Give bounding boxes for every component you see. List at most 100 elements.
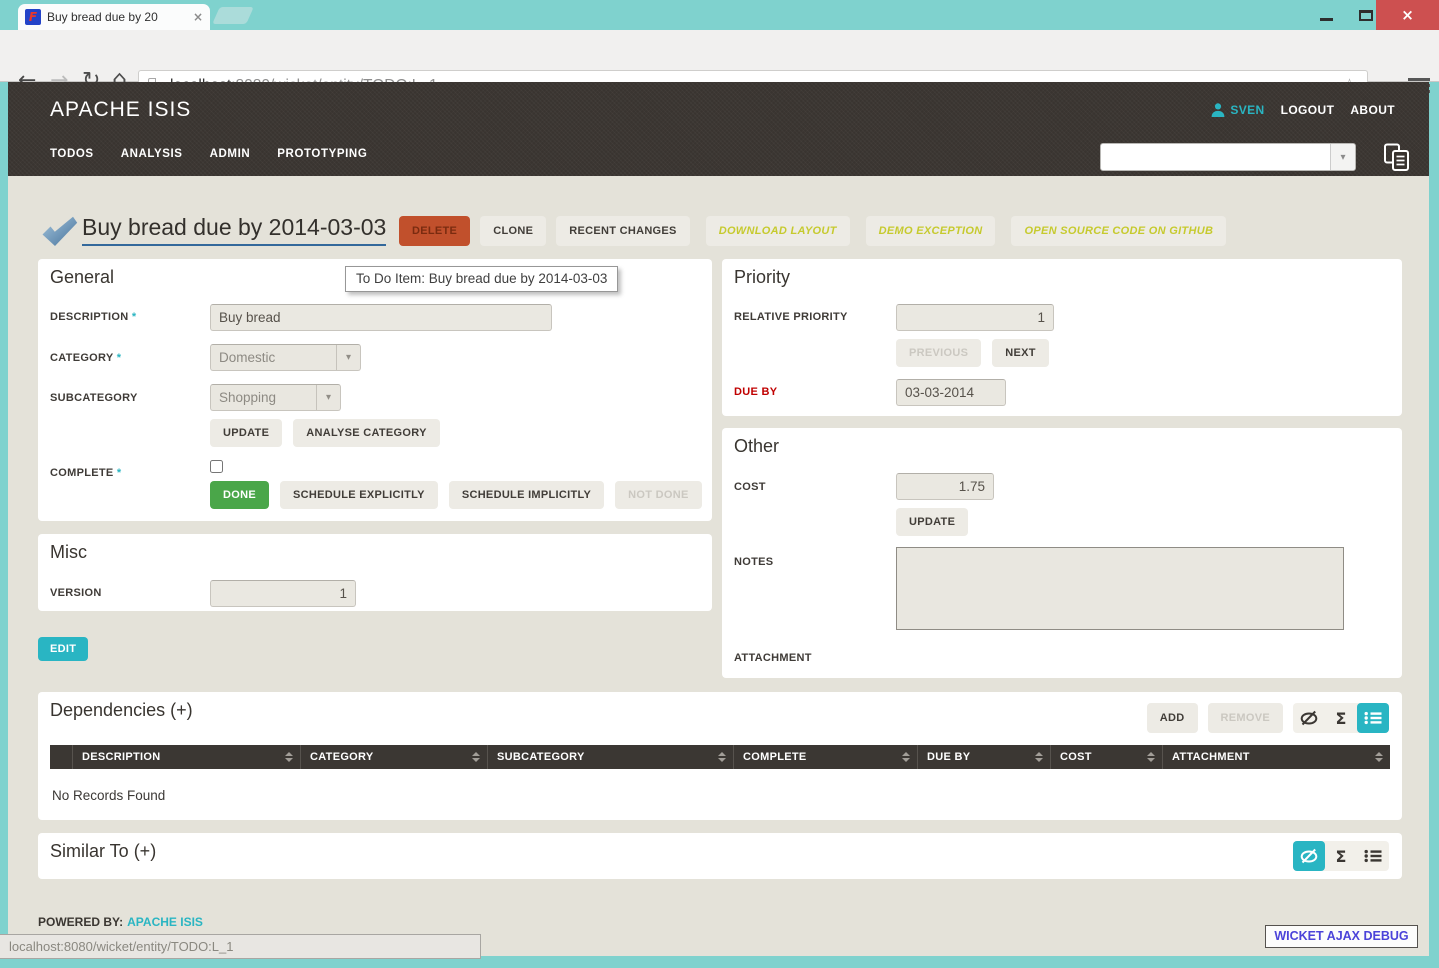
github-source-button[interactable]: OPEN SOURCE CODE ON GITHUB: [1011, 216, 1226, 246]
subcategory-select[interactable]: Shopping ▾: [210, 384, 341, 411]
schedule-implicitly-button[interactable]: SCHEDULE IMPLICITLY: [449, 481, 604, 509]
delete-button[interactable]: DELETE: [399, 216, 470, 246]
next-button[interactable]: NEXT: [992, 339, 1049, 367]
title-tooltip: To Do Item: Buy bread due by 2014-03-03: [345, 266, 618, 292]
complete-checkbox[interactable]: [210, 460, 223, 473]
summary-view-icon[interactable]: Σ: [1325, 703, 1357, 733]
update-cost-button[interactable]: UPDATE: [896, 508, 968, 536]
apache-isis-link[interactable]: APACHE ISIS: [127, 915, 203, 929]
update-button[interactable]: UPDATE: [210, 419, 282, 447]
window-minimize-button[interactable]: [1306, 0, 1346, 30]
app-brand[interactable]: APACHE ISIS: [50, 98, 191, 122]
menu-item-analysis[interactable]: ANALYSIS: [121, 148, 183, 160]
sort-icon[interactable]: [902, 752, 910, 762]
sort-icon[interactable]: [285, 752, 293, 762]
app-header: APACHE ISIS TODOS ANALYSIS ADMIN PROTOTY…: [8, 82, 1429, 176]
category-label: CATEGORY *: [50, 352, 121, 364]
not-done-button[interactable]: NOT DONE: [615, 481, 701, 509]
column-header-due-by[interactable]: DUE BY: [917, 745, 1050, 769]
sort-icon[interactable]: [1147, 752, 1155, 762]
column-header-subcategory[interactable]: SUBCATEGORY: [487, 745, 733, 769]
similar-to-heading: Similar To (+): [50, 841, 156, 862]
category-value: Domestic: [211, 345, 336, 370]
demo-exception-button[interactable]: DEMO EXCEPTION: [866, 216, 996, 246]
new-tab-button[interactable]: [212, 7, 254, 24]
complete-label: COMPLETE *: [50, 467, 121, 479]
edit-button[interactable]: EDIT: [38, 637, 88, 661]
schedule-explicitly-button[interactable]: SCHEDULE EXPLICITLY: [280, 481, 438, 509]
required-marker: *: [117, 352, 122, 364]
summary-view-icon[interactable]: Σ: [1325, 841, 1357, 871]
version-input: [210, 580, 356, 607]
add-button[interactable]: ADD: [1147, 703, 1198, 733]
about-link[interactable]: ABOUT: [1350, 103, 1395, 117]
powered-by: POWERED BY:APACHE ISIS: [38, 915, 203, 929]
remove-button[interactable]: REMOVE: [1208, 703, 1283, 733]
list-view-icon[interactable]: [1357, 703, 1389, 733]
menu-item-prototyping[interactable]: PROTOTYPING: [277, 148, 367, 160]
relative-priority-input: [896, 304, 1054, 331]
empty-table-message: No Records Found: [52, 788, 165, 803]
relative-priority-label: RELATIVE PRIORITY: [734, 311, 848, 323]
column-header-cost[interactable]: COST: [1050, 745, 1162, 769]
recent-changes-button[interactable]: RECENT CHANGES: [556, 216, 690, 246]
column-header-attachment[interactable]: ATTACHMENT: [1162, 745, 1390, 769]
copy-pages-icon[interactable]: [1382, 142, 1412, 177]
sort-icon[interactable]: [472, 752, 480, 762]
notes-label: NOTES: [734, 556, 773, 568]
search-select[interactable]: ▾: [1100, 143, 1356, 171]
list-view-icon[interactable]: [1357, 841, 1389, 871]
logout-link[interactable]: LOGOUT: [1281, 103, 1335, 117]
sort-icon[interactable]: [1035, 752, 1043, 762]
column-header-description[interactable]: DESCRIPTION: [72, 745, 300, 769]
tab-close-icon[interactable]: ×: [193, 10, 203, 24]
search-input[interactable]: [1101, 144, 1330, 170]
notes-textarea[interactable]: [896, 547, 1344, 630]
category-select[interactable]: Domestic ▾: [210, 344, 361, 371]
hide-view-icon[interactable]: [1293, 841, 1325, 871]
priority-actions: PREVIOUS NEXT: [896, 339, 1049, 367]
column-header-complete[interactable]: COMPLETE: [733, 745, 917, 769]
page-title[interactable]: Buy bread due by 2014-03-03: [82, 214, 386, 246]
menu-item-admin[interactable]: ADMIN: [210, 148, 251, 160]
dependencies-table-header: DESCRIPTION CATEGORY SUBCATEGORY COMPLET…: [50, 745, 1390, 769]
similar-to-toolbar: Σ: [1293, 841, 1389, 871]
dependencies-toolbar: ADD REMOVE Σ: [1147, 703, 1389, 733]
column-header-category[interactable]: CATEGORY: [300, 745, 487, 769]
misc-panel: Misc VERSION: [38, 534, 712, 611]
user-name: SVEN: [1230, 103, 1264, 117]
menu-item-todos[interactable]: TODOS: [50, 148, 94, 160]
subcategory-label: SUBCATEGORY: [50, 392, 138, 404]
analyse-category-button[interactable]: ANALYSE CATEGORY: [293, 419, 440, 447]
hide-view-icon[interactable]: [1293, 703, 1325, 733]
due-by-input[interactable]: [896, 379, 1006, 406]
priority-heading: Priority: [734, 267, 790, 288]
column-header-select: [50, 745, 72, 769]
user-icon: [1211, 103, 1225, 117]
view-toggle-group: Σ: [1293, 841, 1389, 871]
clone-button[interactable]: CLONE: [480, 216, 546, 246]
favicon-icon: F: [25, 9, 41, 25]
search-dropdown-icon[interactable]: ▾: [1330, 144, 1355, 170]
due-by-label: DUE BY: [734, 386, 777, 398]
sort-icon[interactable]: [718, 752, 726, 762]
previous-button[interactable]: PREVIOUS: [896, 339, 981, 367]
complete-actions: DONE SCHEDULE EXPLICITLY SCHEDULE IMPLIC…: [210, 481, 702, 509]
user-bar: SVEN LOGOUT ABOUT: [1211, 103, 1395, 117]
download-layout-button[interactable]: DOWNLOAD LAYOUT: [706, 216, 850, 246]
window-close-button[interactable]: ×: [1376, 0, 1439, 30]
wicket-ajax-debug-link[interactable]: WICKET AJAX DEBUG: [1265, 925, 1418, 948]
dependencies-heading: Dependencies (+): [50, 700, 193, 721]
view-toggle-group: Σ: [1293, 703, 1389, 733]
description-input[interactable]: [210, 304, 552, 331]
general-heading: General: [50, 267, 114, 288]
category-actions: UPDATE ANALYSE CATEGORY: [210, 419, 440, 447]
user-menu[interactable]: SVEN: [1211, 103, 1264, 117]
sort-icon[interactable]: [1375, 752, 1383, 762]
browser-tab[interactable]: F Buy bread due by 20 ×: [18, 4, 210, 30]
done-button[interactable]: DONE: [210, 481, 269, 509]
dropdown-icon: ▾: [336, 345, 360, 370]
cost-actions: UPDATE: [896, 508, 968, 536]
browser-toolbar: ← → ↻ ⌂ localhost:8080/wicket/entity/TOD…: [0, 30, 1439, 82]
misc-heading: Misc: [50, 542, 87, 563]
